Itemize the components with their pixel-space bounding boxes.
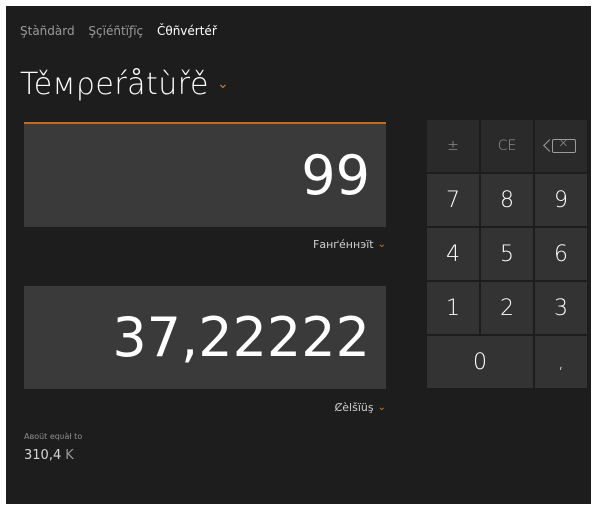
to-unit-selector[interactable]: Ȼèlšïüş ⌄	[335, 401, 386, 414]
mode-standard[interactable]: Ştàñdàrd	[20, 24, 75, 38]
converter-title: Těмρеŕåtùřě	[20, 66, 209, 102]
about-equal-label: Aвοüt еqυàł tο	[24, 432, 83, 441]
converter-type-selector[interactable]: Těмρеŕåtùřě ⌄	[20, 64, 229, 104]
about-equal-value: 310,4 K	[24, 448, 74, 463]
digit-3-button[interactable]: 3	[535, 282, 587, 334]
digit-9-button[interactable]: 9	[535, 174, 587, 226]
digit-2-button[interactable]: 2	[481, 282, 533, 334]
decimal-separator-button[interactable]: ,	[535, 336, 587, 388]
chevron-down-icon: ⌄	[377, 239, 386, 250]
to-value-display[interactable]: 37,22222	[24, 286, 386, 389]
calculator-window: Ştàñdàrd Şçïéñtïƒïç Čθñvértéř Těмρеŕåtùř…	[6, 6, 591, 504]
digit-5-button[interactable]: 5	[481, 228, 533, 280]
about-value-number: 310,4	[24, 448, 62, 463]
from-unit-selector[interactable]: Fанґéннэït ⌄	[313, 238, 386, 251]
digit-0-button[interactable]: 0	[427, 336, 533, 388]
from-unit-label: Fанґéннэït	[313, 238, 374, 251]
digit-1-button[interactable]: 1	[427, 282, 479, 334]
to-unit-label: Ȼèlšïüş	[334, 401, 374, 414]
digit-7-button[interactable]: 7	[427, 174, 479, 226]
clear-entry-button[interactable]: CE	[481, 120, 533, 172]
backspace-button[interactable]: ×	[535, 120, 587, 172]
mode-scientific[interactable]: Şçïéñtïƒïç	[88, 24, 143, 38]
mode-converter[interactable]: Čθñvértéř	[157, 24, 217, 38]
mode-switcher: Ştàñdàrd Şçïéñtïƒïç Čθñvértéř	[20, 24, 227, 38]
plus-minus-button[interactable]: ±	[427, 120, 479, 172]
backspace-icon: ×	[552, 136, 576, 153]
digit-4-button[interactable]: 4	[427, 228, 479, 280]
keypad: ± CE × 7 8 9 4 5 6 1 2 3 0 ,	[427, 120, 590, 388]
chevron-down-icon: ⌄	[216, 76, 229, 92]
digit-8-button[interactable]: 8	[481, 174, 533, 226]
about-value-unit: K	[65, 448, 74, 463]
from-value-display[interactable]: 99	[24, 124, 386, 227]
chevron-down-icon: ⌄	[377, 402, 386, 413]
digit-6-button[interactable]: 6	[535, 228, 587, 280]
